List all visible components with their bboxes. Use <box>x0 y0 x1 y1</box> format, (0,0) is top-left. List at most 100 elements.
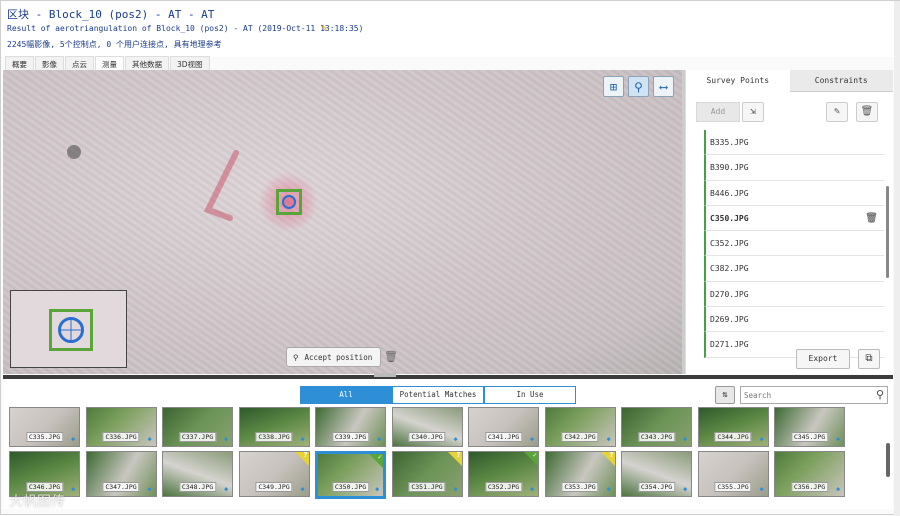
add-button[interactable]: Add <box>696 102 740 122</box>
add-options-dropdown-icon[interactable]: ⇲ <box>742 102 764 122</box>
tab-constraints[interactable]: Constraints <box>789 70 893 92</box>
filter-in-use[interactable]: In Use <box>484 386 576 404</box>
location-pin-icon: ◆ <box>71 435 76 443</box>
location-pin-icon: ◆ <box>375 485 380 493</box>
location-pin-icon: ◆ <box>71 485 76 493</box>
photo-thumbnail[interactable]: C340.JPG ◆ <box>391 407 463 447</box>
window-title: 区块 - Block_10 (pos2) - AT - AT <box>7 8 215 21</box>
photo-thumbnail[interactable]: ? C351.JPG ◆ <box>391 451 463 497</box>
zoom-minimap[interactable] <box>10 290 127 368</box>
flag-glyph: ? <box>303 451 308 459</box>
point-name: D271.JPG <box>710 340 749 350</box>
window-scrollbar[interactable] <box>894 1 900 516</box>
thumbnail-label: C350.JPG <box>331 482 370 492</box>
flag-glyph: ? <box>609 451 614 459</box>
filter-all[interactable]: All <box>300 386 392 404</box>
location-pin-icon: ◆ <box>147 485 152 493</box>
search-icon[interactable]: ⚲ <box>876 388 884 401</box>
photo-thumbnail[interactable]: C337.JPG ◆ <box>162 407 233 447</box>
sort-icon[interactable]: ⇅ <box>715 386 735 404</box>
painted-mark-shape <box>203 150 239 221</box>
edit-pencil-icon[interactable]: ✎ <box>321 23 331 34</box>
location-pin-icon: ◆ <box>759 435 764 443</box>
trash-icon[interactable]: 🗑 <box>865 206 878 231</box>
photo-thumbnail[interactable]: C344.JPG ◆ <box>697 407 769 447</box>
list-item[interactable]: C352.JPG <box>704 231 884 257</box>
list-item-selected[interactable]: C350.JPG 🗑 <box>704 205 884 232</box>
photo-thumbnail[interactable]: C339.JPG ◆ <box>315 407 386 447</box>
thumbnail-label: C353.JPG <box>561 482 599 492</box>
tab-3d-view[interactable]: 3D视图 <box>170 56 210 70</box>
tab-survey-points[interactable]: Survey Points <box>686 70 790 92</box>
list-scrollbar[interactable] <box>886 186 889 278</box>
watermark: 大帆图传 <box>9 494 65 510</box>
list-item[interactable]: B335.JPG <box>704 130 884 156</box>
location-pin-icon: ◆ <box>377 435 382 443</box>
list-item[interactable]: C382.JPG <box>704 256 884 282</box>
photo-thumbnail-selected[interactable]: ✓ C350.JPG ◆ <box>315 451 386 499</box>
splitter-grip[interactable] <box>374 373 396 377</box>
photo-viewer[interactable]: ⊞ ⚲ ⟷ ⚲ Accept position 🗑 <box>3 70 682 374</box>
trash-icon[interactable]: 🗑 <box>384 350 398 364</box>
photo-thumbnail[interactable]: C355.JPG ◆ <box>697 451 769 497</box>
marker-tool-button[interactable]: ⚲ <box>628 76 649 97</box>
measure-tool-button[interactable]: ⟷ <box>653 76 674 97</box>
location-pin-icon: ◆ <box>453 435 458 443</box>
point-name: D270.JPG <box>710 289 749 299</box>
survey-panel-tabs: Survey Points Constraints <box>686 70 893 92</box>
photo-thumbnail[interactable]: C341.JPG ◆ <box>468 407 539 447</box>
export-button[interactable]: Export <box>796 349 850 369</box>
edit-pencil-button[interactable]: ✎ <box>826 102 848 122</box>
point-name: B335.JPG <box>710 138 749 147</box>
point-name: C352.JPG <box>710 239 749 249</box>
tab-survey[interactable]: 测量 <box>95 56 124 70</box>
copy-icon[interactable]: ⧉ <box>858 349 880 369</box>
tab-photos[interactable]: 影像 <box>35 56 64 70</box>
list-item[interactable]: D269.JPG <box>704 307 884 333</box>
photo-thumbnail[interactable]: C335.JPG ◆ <box>9 407 80 447</box>
photo-thumbnail[interactable]: C342.JPG ◆ <box>544 407 616 447</box>
photo-thumbnail[interactable]: C354.JPG ◆ <box>621 451 692 497</box>
dark-spot <box>67 145 81 159</box>
photo-thumbnail[interactable]: ? C349.JPG ◆ <box>238 451 310 497</box>
location-pin-icon: ◆ <box>224 435 229 443</box>
thumbnail-scrollbar[interactable] <box>886 443 890 477</box>
tab-overview[interactable]: 概要 <box>5 56 34 70</box>
location-pin-icon: ◆ <box>300 435 305 443</box>
fit-view-button[interactable]: ⊞ <box>603 76 624 97</box>
list-item[interactable]: B446.JPG <box>704 180 884 206</box>
point-name: D269.JPG <box>710 315 749 325</box>
photo-thumbnail[interactable]: C347.JPG ◆ <box>85 451 157 497</box>
location-pin-icon: ◆ <box>300 485 305 493</box>
list-item[interactable]: D271.JPG <box>704 332 884 358</box>
photo-thumbnail[interactable]: C343.JPG ◆ <box>621 407 692 447</box>
location-pin-icon: ◆ <box>683 435 688 443</box>
search-input[interactable] <box>741 387 861 403</box>
survey-point-list: B335.JPG B390.JPG B446.JPG C350.JPG 🗑 C35… <box>704 130 884 362</box>
tab-point-cloud[interactable]: 点云 <box>65 56 94 70</box>
target-crosshair-icon <box>282 195 296 209</box>
photo-thumbnail[interactable]: ✓ C352.JPG ◆ <box>468 451 539 497</box>
location-pin-icon: ◆ <box>836 435 841 443</box>
photo-thumbnail[interactable]: C348.JPG ◆ <box>162 451 233 497</box>
point-name: C350.JPG <box>710 213 749 223</box>
search-box: ⚲ <box>740 386 888 404</box>
accept-position-button[interactable]: ⚲ Accept position <box>286 347 381 367</box>
thumbnail-label: C338.JPG <box>255 432 293 442</box>
location-pin-icon: ◆ <box>530 435 535 443</box>
photo-thumbnail[interactable]: C356.JPG ◆ <box>774 451 845 497</box>
thumbnail-label: C356.JPG <box>790 482 829 492</box>
tab-other-data[interactable]: 其他数据 <box>125 56 169 70</box>
thumbnail-label: C340.JPG <box>408 432 446 442</box>
location-pin-icon: ◆ <box>147 435 152 443</box>
photo-thumbnail[interactable]: C345.JPG ◆ <box>774 407 845 447</box>
list-item[interactable]: B390.JPG <box>704 155 884 181</box>
list-item[interactable]: D270.JPG <box>704 281 884 308</box>
survey-point-marker[interactable] <box>276 189 302 215</box>
photo-thumbnail[interactable]: ? C353.JPG ◆ <box>544 451 616 497</box>
photo-thumbnail[interactable]: C338.JPG ◆ <box>238 407 310 447</box>
filter-potential-matches[interactable]: Potential Matches <box>392 386 484 404</box>
delete-trash-button[interactable]: 🗑 <box>856 102 878 122</box>
thumbnail-label: C341.JPG <box>484 432 523 442</box>
photo-thumbnail[interactable]: C336.JPG ◆ <box>85 407 157 447</box>
